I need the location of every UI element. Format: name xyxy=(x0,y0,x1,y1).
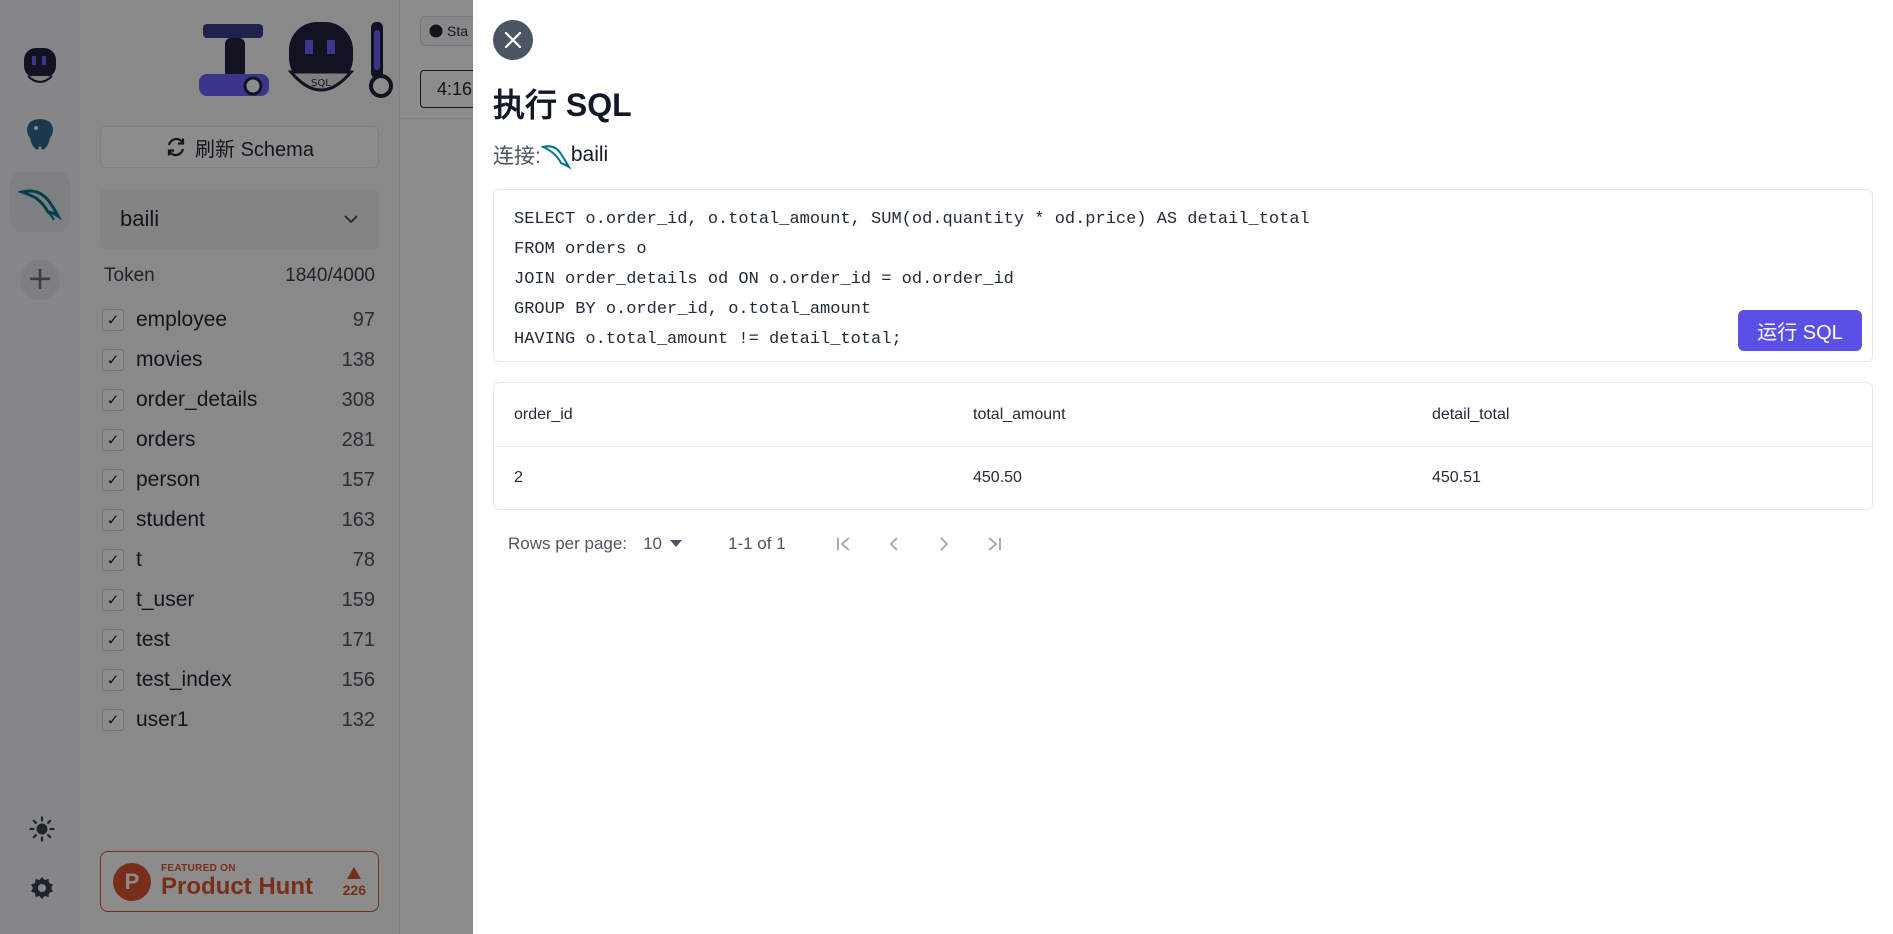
close-icon xyxy=(504,31,522,49)
result-table: order_id total_amount detail_total 2 450.50… xyxy=(493,382,1873,510)
last-page-icon xyxy=(988,537,1001,551)
next-page-button[interactable] xyxy=(930,530,958,558)
mysql-dolphin-icon xyxy=(540,145,571,169)
rows-per-page-select[interactable]: 10 xyxy=(643,534,682,554)
rows-per-page-label: Rows per page: xyxy=(508,534,628,553)
sql-line: GROUP BY o.order_id, o.total_amount xyxy=(514,300,872,319)
sql-editor[interactable]: SELECT o.order_id, o.total_amount, SUM(o… xyxy=(493,189,1873,362)
sql-line: JOIN order_details od ON o.order_id = od… xyxy=(514,270,1014,289)
chevron-right-icon xyxy=(940,537,948,551)
pagination: Rows per page: 10 1-1 of 1 xyxy=(508,530,1008,558)
run-sql-button[interactable]: 运行 SQL xyxy=(1738,310,1862,351)
column-header[interactable]: total_amount xyxy=(953,383,1412,446)
chevron-left-icon xyxy=(889,537,898,551)
table-row: 2 450.50 450.51 xyxy=(494,447,1872,509)
drawer-connection: 连接: baili xyxy=(493,140,608,170)
sql-line: SELECT o.order_id, o.total_amount, SUM(o… xyxy=(514,210,1310,229)
column-header[interactable]: order_id xyxy=(494,383,953,446)
sql-code: SELECT o.order_id, o.total_amount, SUM(o… xyxy=(514,205,1852,355)
sql-line: FROM orders o xyxy=(514,240,647,259)
first-page-icon xyxy=(836,537,850,551)
column-header[interactable]: detail_total xyxy=(1412,383,1871,446)
connection-label: 连接: xyxy=(493,145,541,168)
result-table-header: order_id total_amount detail_total xyxy=(494,383,1872,447)
first-page-button[interactable] xyxy=(830,530,858,558)
close-drawer-button[interactable] xyxy=(493,20,533,60)
pagination-nav xyxy=(830,530,1008,558)
result-table-body: 2 450.50 450.51 xyxy=(494,447,1872,509)
table-cell: 2 xyxy=(514,469,523,486)
previous-page-button[interactable] xyxy=(880,530,908,558)
drawer-title: 执行 SQL xyxy=(493,87,632,123)
connection-name: baili xyxy=(570,143,609,166)
caret-down-icon xyxy=(670,540,682,547)
last-page-button[interactable] xyxy=(980,530,1008,558)
execute-sql-drawer: 执行 SQL 连接: baili SELECT o.order_id, o.to… xyxy=(473,0,1893,934)
sql-line: HAVING o.total_amount != detail_total; xyxy=(514,330,902,349)
table-cell: 450.50 xyxy=(973,469,1022,486)
table-cell: 450.51 xyxy=(1432,469,1481,486)
pagination-range: 1-1 of 1 xyxy=(728,534,786,553)
rows-per-page-value: 10 xyxy=(643,534,662,553)
